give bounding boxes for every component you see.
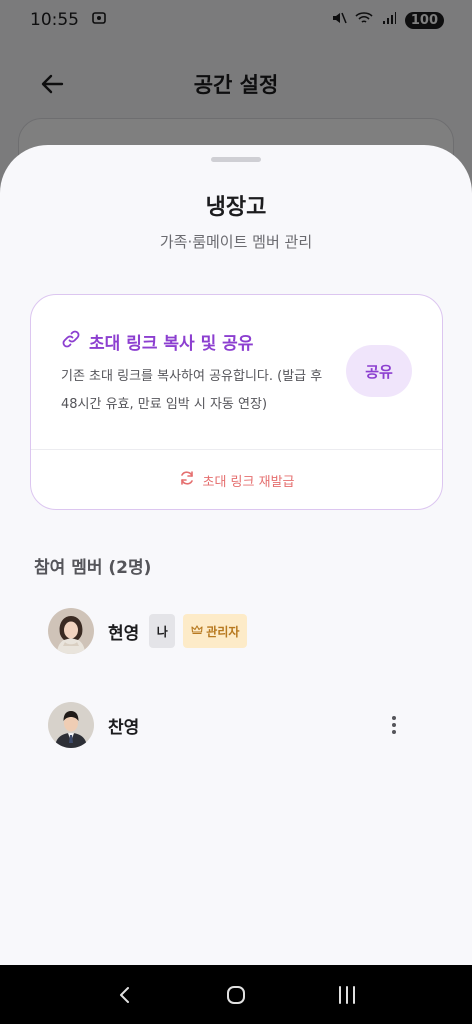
member-name: 찬영: [108, 717, 140, 738]
recents-nav-icon[interactable]: [327, 975, 367, 1015]
invite-heading-label: 초대 링크 복사 및 공유: [89, 334, 254, 354]
sheet-subtitle: 가족·룸메이트 멤버 관리: [159, 233, 313, 251]
bottom-sheet: 냉장고 가족·룸메이트 멤버 관리 초대 링크 복사 및 공유 기존 초대 링크…: [0, 145, 472, 965]
crown-icon: [191, 624, 203, 639]
invite-heading[interactable]: 초대 링크 복사 및 공유: [61, 329, 253, 354]
invite-description: 기존 초대 링크를 복사하여 공유합니다. (발급 후 48시간 유효, 만료 …: [61, 369, 323, 412]
member-name: 현영: [108, 623, 140, 644]
member-row[interactable]: 찬영: [48, 701, 428, 749]
member-row[interactable]: 현영 나 관리자: [48, 607, 428, 655]
sheet-title: 냉장고: [205, 195, 267, 220]
avatar: [48, 608, 94, 654]
back-nav-icon[interactable]: [105, 975, 145, 1015]
refresh-icon: [179, 470, 195, 490]
system-nav-bar: [0, 965, 472, 1024]
me-badge: 나: [149, 614, 176, 648]
avatar: [48, 702, 94, 748]
sheet-drag-handle[interactable]: [211, 157, 261, 162]
link-icon: [61, 329, 81, 354]
admin-badge-label: 관리자: [206, 624, 240, 639]
reissue-link-button[interactable]: 초대 링크 재발급: [31, 450, 442, 509]
share-button[interactable]: 공유: [346, 345, 412, 397]
admin-badge: 관리자: [183, 614, 248, 648]
invite-link-card: 초대 링크 복사 및 공유 기존 초대 링크를 복사하여 공유합니다. (발급 …: [30, 294, 443, 510]
reissue-label: 초대 링크 재발급: [202, 474, 295, 490]
home-nav-icon[interactable]: [216, 975, 256, 1015]
more-vertical-icon[interactable]: [380, 711, 408, 739]
members-title: 참여 멤버 (2명): [34, 558, 152, 578]
